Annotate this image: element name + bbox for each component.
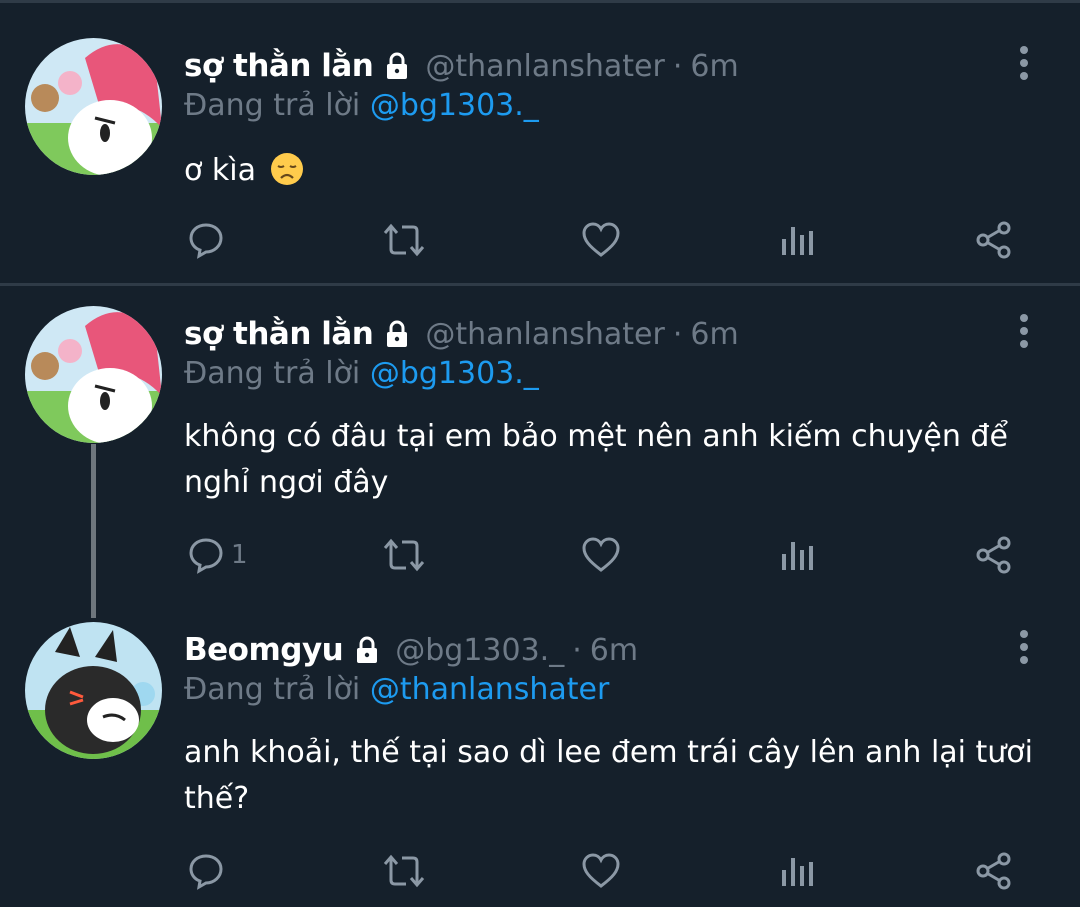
like-icon: [582, 853, 620, 888]
tweet-3[interactable]: Beomgyu @bg1303._ · 6m Đang trả lời @tha…: [0, 606, 1080, 907]
tweet-text-content: ơ kìa: [184, 153, 256, 188]
tweet-actions: [184, 215, 1024, 265]
tweet-text: ơ kìa: [184, 148, 1054, 194]
share-icon: [976, 221, 1011, 259]
mention-link[interactable]: @bg1303._: [370, 356, 539, 391]
tweet-header: sợ thằn lằn @thanlanshater · 6m: [184, 46, 739, 86]
reply-icon: [189, 223, 223, 259]
handle[interactable]: @bg1303._: [395, 633, 564, 668]
share-button[interactable]: [974, 530, 1014, 580]
like-icon: [582, 222, 620, 257]
disappointed-face-icon: [270, 152, 304, 186]
like-icon: [582, 537, 620, 572]
separator-dot: ·: [672, 48, 683, 84]
share-icon: [976, 536, 1011, 574]
tweet-header: sợ thằn lằn @thanlanshater · 6m: [184, 314, 739, 354]
mention-link[interactable]: @bg1303._: [370, 88, 539, 123]
more-vertical-icon: [1020, 630, 1028, 664]
analytics-button[interactable]: [780, 846, 814, 896]
tweet-text: anh khoải, thế tại sao dì lee đem trái c…: [184, 735, 1033, 816]
analytics-button[interactable]: [780, 530, 814, 580]
handle[interactable]: @thanlanshater: [425, 49, 665, 84]
more-options-button[interactable]: [1014, 44, 1034, 84]
tweet-header: Beomgyu @bg1303._ · 6m: [184, 630, 638, 670]
retweet-icon: [383, 223, 425, 257]
reply-button[interactable]: 1: [187, 530, 248, 580]
more-vertical-icon: [1020, 46, 1028, 80]
more-options-button[interactable]: [1014, 312, 1034, 352]
timestamp[interactable]: 6m: [690, 317, 738, 352]
analytics-button[interactable]: [780, 215, 814, 265]
tweet-1[interactable]: sợ thằn lằn @thanlanshater · 6m Đang trả…: [0, 0, 1080, 285]
tweet-2[interactable]: sợ thằn lằn @thanlanshater · 6m Đang trả…: [0, 286, 1080, 618]
analytics-icon: [782, 858, 813, 886]
retweet-icon: [383, 538, 425, 572]
replying-to-label: Đang trả lời: [184, 672, 370, 707]
reply-icon: [189, 854, 223, 890]
reply-icon: [189, 538, 223, 574]
separator-dot: ·: [672, 316, 683, 352]
lock-icon: [381, 318, 413, 350]
retweet-button[interactable]: [382, 846, 426, 896]
replying-to: Đang trả lời @thanlanshater: [184, 672, 609, 707]
mention-link[interactable]: @thanlanshater: [370, 672, 610, 707]
reply-button[interactable]: [187, 215, 231, 265]
replying-to-label: Đang trả lời: [184, 88, 370, 123]
more-options-button[interactable]: [1014, 628, 1034, 668]
lock-icon: [351, 634, 383, 666]
tweet-actions: 1: [184, 530, 1024, 580]
avatar[interactable]: [25, 38, 162, 175]
retweet-button[interactable]: [382, 215, 426, 265]
lock-icon: [381, 50, 413, 82]
like-button[interactable]: [581, 215, 621, 265]
handle[interactable]: @thanlanshater: [425, 317, 665, 352]
avatar[interactable]: [25, 306, 162, 443]
separator-dot: ·: [572, 632, 582, 668]
display-name[interactable]: Beomgyu: [184, 632, 344, 668]
more-vertical-icon: [1020, 314, 1028, 348]
replying-to: Đang trả lời @bg1303._: [184, 356, 539, 391]
avatar[interactable]: [25, 622, 162, 759]
tweet-text: không có đâu tại em bảo mệt nên anh kiếm…: [184, 419, 1008, 500]
replying-to-label: Đang trả lời: [184, 356, 370, 391]
thread-connector: [91, 444, 96, 618]
tweet-actions: [184, 846, 1024, 896]
retweet-icon: [383, 854, 425, 888]
timestamp[interactable]: 6m: [690, 49, 738, 84]
reply-count: 1: [231, 540, 248, 570]
like-button[interactable]: [581, 530, 621, 580]
retweet-button[interactable]: [382, 530, 426, 580]
analytics-icon: [782, 542, 813, 570]
share-button[interactable]: [974, 846, 1014, 896]
display-name[interactable]: sợ thằn lằn: [184, 316, 374, 352]
share-button[interactable]: [974, 215, 1014, 265]
like-button[interactable]: [581, 846, 621, 896]
analytics-icon: [782, 227, 813, 255]
share-icon: [976, 852, 1011, 890]
display-name[interactable]: sợ thằn lằn: [184, 48, 374, 84]
reply-button[interactable]: [187, 846, 231, 896]
replying-to: Đang trả lời @bg1303._: [184, 88, 539, 123]
timestamp[interactable]: 6m: [590, 633, 638, 668]
